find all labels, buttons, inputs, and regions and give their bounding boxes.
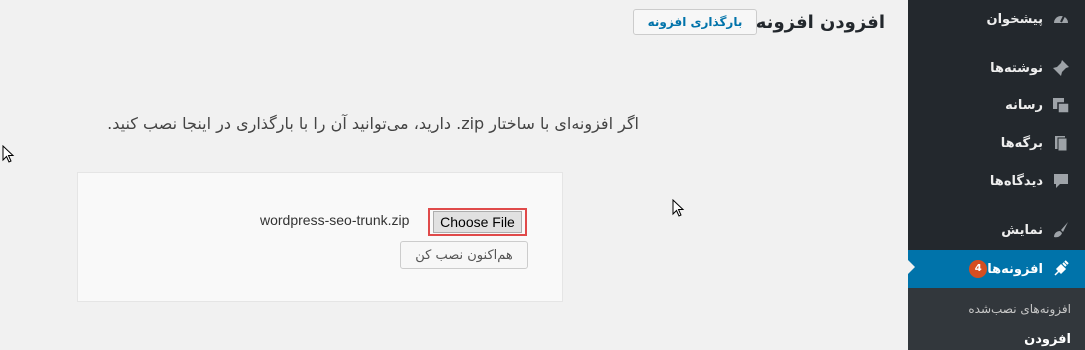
page-title: افزودن افزونه — [755, 12, 885, 33]
selected-file-name: wordpress-seo-trunk.zip — [260, 212, 410, 228]
current-menu-arrow — [907, 259, 915, 275]
sidebar-item-label: رسانه — [1005, 97, 1043, 113]
sidebar-item-posts[interactable]: نوشته‌ها — [908, 51, 1085, 85]
sidebar-item-plugins[interactable]: افزونه‌ها 4 — [907, 250, 1085, 288]
sidebar-item-label: دیدگاه‌ها — [989, 173, 1043, 189]
choose-file-button[interactable]: Choose File — [433, 211, 522, 233]
submenu-item-add-new[interactable]: افزودن — [1024, 332, 1071, 347]
sidebar-item-label: برگه‌ها — [1000, 135, 1043, 151]
update-count-badge: 4 — [969, 260, 988, 278]
pin-icon — [1051, 58, 1071, 78]
upload-help-text: اگر افزونه‌ای با ساختار zip. دارید، می‌ت… — [107, 114, 639, 133]
install-now-button[interactable]: هم‌اکنون نصب کن — [400, 241, 528, 269]
sidebar-item-comments[interactable]: دیدگاه‌ها — [908, 164, 1085, 198]
dashboard-icon — [1051, 9, 1071, 29]
sidebar-item-dashboard[interactable]: پیشخوان — [908, 2, 1085, 36]
plugins-icon — [1051, 259, 1071, 279]
submenu-item-installed-plugins[interactable]: افزونه‌های نصب‌شده — [968, 302, 1071, 316]
mouse-cursor-icon — [672, 199, 685, 217]
sidebar-item-label: نوشته‌ها — [990, 60, 1043, 76]
pages-icon — [1051, 133, 1071, 153]
admin-sidebar: پیشخوان نوشته‌ها رسانه برگه‌ها دیدگاه‌ها… — [907, 0, 1085, 350]
upload-plugin-button[interactable]: بارگذاری افزونه — [633, 9, 757, 35]
comments-icon — [1051, 171, 1071, 191]
plugins-submenu: افزونه‌های نصب‌شده افزودن — [908, 288, 1085, 350]
upload-form-card — [77, 172, 563, 302]
media-icon — [1051, 95, 1071, 115]
mouse-cursor-icon — [2, 145, 15, 163]
appearance-icon — [1051, 220, 1071, 240]
sidebar-item-media[interactable]: رسانه — [908, 88, 1085, 122]
sidebar-item-label: افزونه‌ها — [987, 261, 1043, 277]
sidebar-item-label: پیشخوان — [986, 11, 1044, 27]
sidebar-item-label: نمایش — [1001, 222, 1043, 238]
sidebar-item-pages[interactable]: برگه‌ها — [908, 126, 1085, 160]
sidebar-item-appearance[interactable]: نمایش — [908, 213, 1085, 247]
